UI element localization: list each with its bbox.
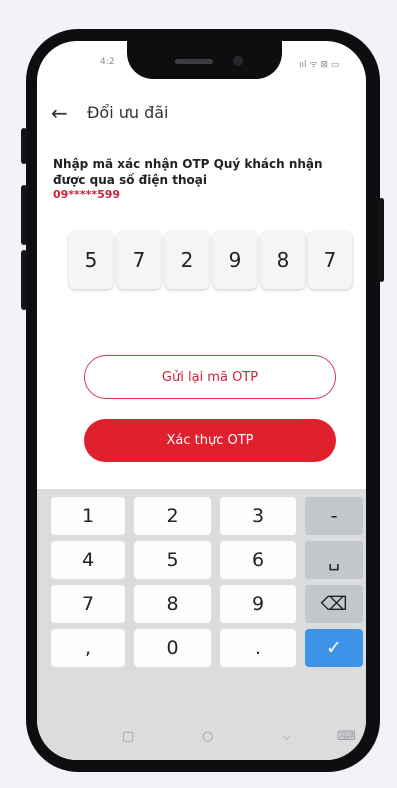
- key-8[interactable]: 8: [134, 585, 211, 623]
- resend-otp-button[interactable]: Gửi lại mã OTP: [84, 355, 336, 399]
- header: ← Đổi ưu đãi: [37, 93, 366, 138]
- back-arrow-icon[interactable]: ←: [51, 101, 68, 125]
- otp-input-row[interactable]: 5 7 2 9 8 7: [69, 231, 352, 289]
- side-button-left: [21, 185, 27, 245]
- otp-digit-box[interactable]: 7: [117, 231, 161, 289]
- done-check-icon[interactable]: ✓: [305, 629, 363, 667]
- key-0[interactable]: 0: [134, 629, 211, 667]
- key-7[interactable]: 7: [51, 585, 125, 623]
- keyboard-icon[interactable]: ⌨: [337, 729, 356, 744]
- key-2[interactable]: 2: [134, 497, 211, 535]
- key-minus[interactable]: -: [305, 497, 363, 535]
- side-button-right: [379, 198, 384, 282]
- system-nav-bar: ▢ ○ ⌵ ⌨: [37, 719, 366, 760]
- otp-instruction: Nhập mã xác nhận OTP Quý khách nhận được…: [53, 157, 323, 187]
- key-period[interactable]: .: [220, 629, 296, 667]
- key-4[interactable]: 4: [51, 541, 125, 579]
- phone-number: 09*****599: [53, 188, 121, 201]
- key-6[interactable]: 6: [220, 541, 296, 579]
- page-title: Đổi ưu đãi: [87, 103, 169, 122]
- key-3[interactable]: 3: [220, 497, 296, 535]
- side-button-left: [21, 128, 27, 164]
- otp-digit-box[interactable]: 8: [261, 231, 305, 289]
- recent-apps-icon[interactable]: ▢: [122, 729, 134, 744]
- verify-otp-button[interactable]: Xác thực OTP: [84, 419, 336, 462]
- otp-digit-box[interactable]: 7: [308, 231, 352, 289]
- key-5[interactable]: 5: [134, 541, 211, 579]
- notch: [127, 41, 282, 79]
- backspace-icon[interactable]: ⌫: [305, 585, 363, 623]
- key-comma[interactable]: ,: [51, 629, 125, 667]
- speaker: [175, 59, 213, 64]
- camera: [233, 56, 243, 66]
- status-time: 4:2: [100, 57, 115, 67]
- key-9[interactable]: 9: [220, 585, 296, 623]
- key-1[interactable]: 1: [51, 497, 125, 535]
- space-key-icon[interactable]: ␣: [305, 541, 363, 579]
- otp-digit-box[interactable]: 5: [69, 231, 113, 289]
- back-nav-icon[interactable]: ⌵: [282, 729, 292, 744]
- screen: 4:2 ııl ᯤ ⊠ ▭ ← Đổi ưu đãi Nhập mã xác n…: [37, 41, 366, 760]
- otp-digit-box[interactable]: 9: [213, 231, 257, 289]
- side-button-left: [21, 250, 27, 310]
- otp-digit-box[interactable]: 2: [165, 231, 209, 289]
- status-icons: ııl ᯤ ⊠ ▭: [299, 60, 340, 70]
- home-icon[interactable]: ○: [202, 729, 213, 744]
